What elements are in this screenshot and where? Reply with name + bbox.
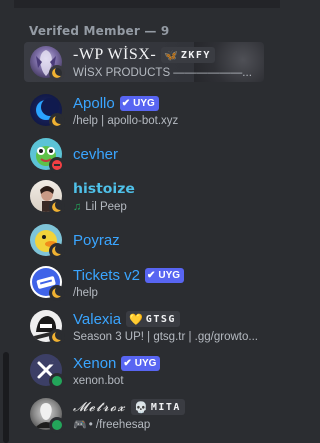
member-status-text: WİSX PRODUCTS ——————... <box>73 67 252 79</box>
avatar[interactable] <box>30 94 65 129</box>
avatar[interactable] <box>30 310 65 345</box>
status-dnd-indicator <box>49 157 65 173</box>
status-idle-indicator <box>49 65 65 81</box>
member-name: cevher <box>73 145 119 163</box>
check-icon: ✔ <box>121 97 131 109</box>
app-tag: ✔ UYG <box>119 95 159 111</box>
member-name: 𝓜𝓮𝓽𝓻𝓸𝔁 <box>73 399 127 415</box>
member-status-text: Lil Peep <box>85 201 127 213</box>
member-status-text: • /freehesap <box>88 419 151 431</box>
status-idle-indicator <box>49 285 65 301</box>
app-tag-label: UYG <box>134 357 157 369</box>
status-idle-indicator <box>49 113 65 129</box>
member-status-text: Season 3 UP! | gtsg.tr | .gg/growto... <box>73 331 258 343</box>
guild-tag-text: MITA <box>150 401 181 413</box>
member-activity: ♫ Lil Peep <box>73 199 260 215</box>
guild-tag[interactable]: 💀 MITA <box>131 399 185 415</box>
status-idle-indicator <box>49 329 65 345</box>
status-idle-indicator <box>49 199 65 215</box>
scrollbar-track[interactable] <box>0 0 14 443</box>
avatar[interactable] <box>30 266 65 301</box>
member-item-wisx[interactable]: -WP WİSX- 🦋 ZKFY WİSX PRODUCTS ——————... <box>24 42 264 82</box>
section-header: Verifed Member — 9 <box>29 24 170 38</box>
guild-tag[interactable]: 💛 GTSG <box>126 311 180 327</box>
avatar[interactable] <box>30 138 65 173</box>
member-item-poyraz[interactable]: Poyraz <box>24 220 264 260</box>
member-name: Xenon <box>73 354 117 372</box>
skull-icon: 💀 <box>134 400 148 414</box>
member-list: Verifed Member — 9 -WP WİSX- 🦋 ZKFY WİSX… <box>0 0 280 443</box>
member-item-cevher[interactable]: cevher <box>24 134 264 174</box>
member-name: Poyraz <box>73 231 120 249</box>
guild-tag-text: ZKFY <box>180 49 211 61</box>
avatar[interactable] <box>30 46 65 81</box>
yellow-heart-icon: 💛 <box>129 312 143 326</box>
app-tag: ✔ UYG <box>121 355 161 371</box>
music-icon: ♫ <box>73 201 82 213</box>
check-icon: ✔ <box>123 357 132 369</box>
app-tag: ✔ UYG <box>144 267 185 283</box>
member-name: Apollo <box>73 94 115 112</box>
app-tag-label: UYG <box>133 97 155 109</box>
check-icon: ✔ <box>146 269 156 281</box>
member-item-tickets[interactable]: Tickets v2 ✔ UYG /help <box>24 262 264 302</box>
status-online-indicator <box>49 373 65 389</box>
avatar[interactable] <box>30 354 65 389</box>
top-band <box>0 0 280 8</box>
member-status-text: /help <box>73 287 98 299</box>
guild-tag[interactable]: 🦋 ZKFY <box>161 47 215 63</box>
member-name: 𝗵𝗶𝘀𝘁𝗼𝗶𝘇𝗲 <box>73 181 135 197</box>
avatar[interactable] <box>30 398 65 433</box>
status-online-indicator <box>49 417 65 433</box>
member-item-valexia[interactable]: Valexia 💛 GTSG Season 3 UP! | gtsg.tr | … <box>24 306 264 346</box>
guild-tag-text: GTSG <box>145 313 176 325</box>
avatar[interactable] <box>30 180 65 215</box>
member-status-text: xenon.bot <box>73 375 124 387</box>
member-status-text: /help | apollo-bot.xyz <box>73 115 179 127</box>
member-item-xenon[interactable]: Xenon ✔ UYG xenon.bot <box>24 350 264 390</box>
member-name: Valexia <box>73 310 122 328</box>
butterfly-icon: 🦋 <box>164 48 178 62</box>
member-name: Tickets v2 <box>73 266 140 284</box>
scrollbar-thumb[interactable] <box>3 352 9 443</box>
status-idle-indicator <box>49 243 65 259</box>
member-name: -WP WİSX- <box>73 46 157 63</box>
member-activity: 🎮 • /freehesap <box>73 417 260 433</box>
member-item-apollo[interactable]: Apollo ✔ UYG /help | apollo-bot.xyz <box>24 90 264 130</box>
game-controller-icon: 🎮 <box>73 419 87 431</box>
app-tag-label: UYG <box>158 269 181 281</box>
member-item-metrox[interactable]: 𝓜𝓮𝓽𝓻𝓸𝔁 💀 MITA 🎮 • /freehesap <box>24 394 264 434</box>
avatar[interactable] <box>30 224 65 259</box>
member-item-histoize[interactable]: 𝗵𝗶𝘀𝘁𝗼𝗶𝘇𝗲 ♫ Lil Peep <box>24 176 264 216</box>
